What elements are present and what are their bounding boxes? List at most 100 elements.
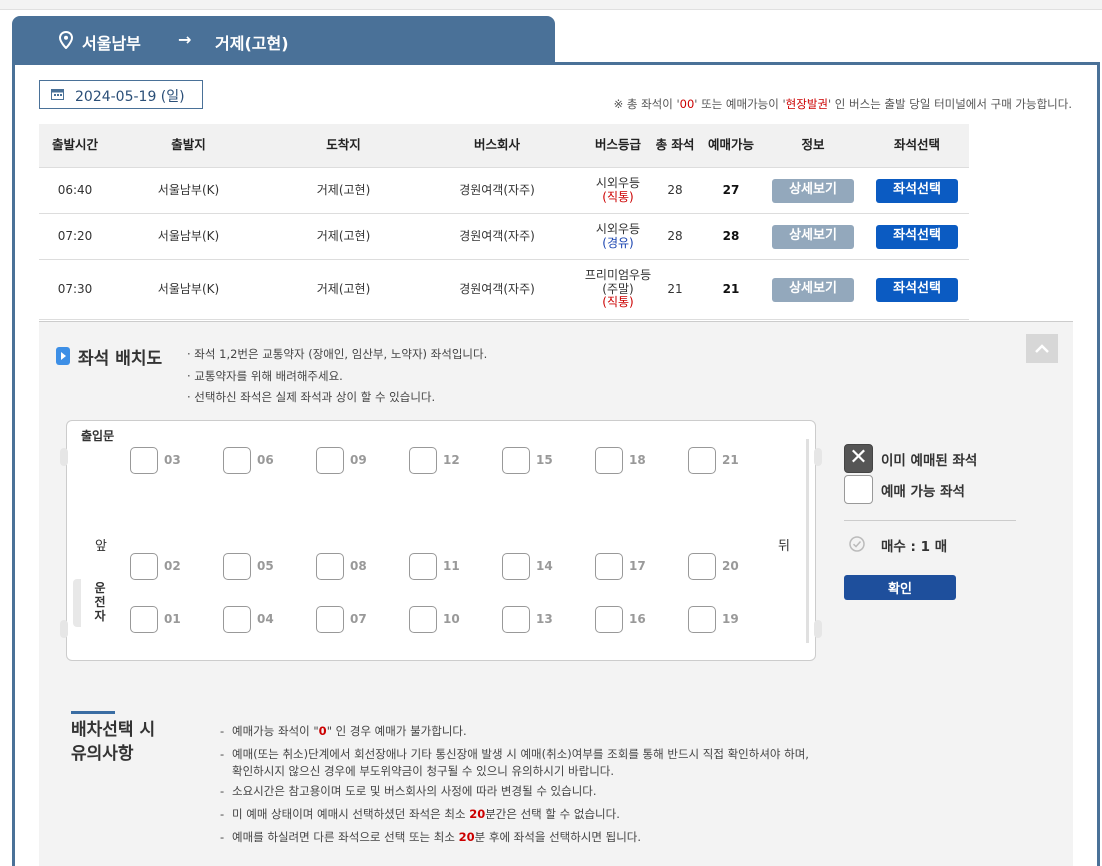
- onsite-ticket-notice: ※ 총 좌석이 '00' 또는 예매가능이 '현장발권' 인 버스는 출발 당일…: [613, 97, 1072, 111]
- seat-checkbox[interactable]: [595, 553, 623, 580]
- seat-checkbox[interactable]: [316, 606, 344, 633]
- seat-checkbox[interactable]: [502, 447, 530, 474]
- seat-checkbox[interactable]: [595, 447, 623, 474]
- seat-checkbox[interactable]: [409, 553, 437, 580]
- row-total-seats: 28: [667, 228, 683, 243]
- seat-map-notes: · 좌석 1,2번은 교통약자 (장애인, 임산부, 노약자) 좌석입니다. ·…: [187, 344, 487, 409]
- row-grade: 시외우등 (직통): [595, 175, 641, 204]
- date-value: 2024-05-19 (일): [75, 89, 185, 105]
- caution-list: 예매가능 좌석이 "0" 인 경우 예매가 불가합니다. 예매(또는 취소)단계…: [220, 720, 1020, 849]
- section-arrow-icon: [56, 347, 70, 365]
- table-header-row: 출발시간 출발지 도착지 버스회사 버스등급 총 좌석 예매가능 정보 좌석선택: [39, 124, 969, 168]
- rear-rail: [806, 439, 809, 643]
- seat-note: · 교통약자를 위해 배려해주세요.: [187, 368, 343, 383]
- select-seat-button[interactable]: 좌석선택: [876, 277, 958, 302]
- front-label: 앞: [95, 539, 107, 554]
- available-seat-label: 예매 가능 좌석: [881, 484, 965, 500]
- seat-note: · 좌석 1,2번은 교통약자 (장애인, 임산부, 노약자) 좌석입니다.: [187, 347, 488, 361]
- seat-checkbox[interactable]: [130, 606, 158, 633]
- detail-button[interactable]: 상세보기: [772, 178, 854, 203]
- seat-map-panel: 좌석 배치도 · 좌석 1,2번은 교통약자 (장애인, 임산부, 노약자) 좌…: [39, 321, 1073, 866]
- caution-accent-bar: [71, 711, 115, 714]
- row-destination: 거제(고현): [316, 182, 371, 197]
- header-destination: 도착지: [326, 137, 361, 153]
- row-origin: 서울남부(K): [157, 228, 220, 243]
- select-seat-button[interactable]: 좌석선택: [876, 178, 958, 203]
- seat-checkbox[interactable]: [223, 447, 251, 474]
- seat-note: · 선택하신 좌석은 실제 좌석과 상이 할 수 있습니다.: [187, 390, 436, 404]
- seat-checkbox[interactable]: [223, 553, 251, 580]
- confirm-button[interactable]: 확인: [844, 575, 956, 600]
- seat-checkbox[interactable]: [595, 606, 623, 633]
- check-circle-icon: [849, 536, 865, 552]
- seat-checkbox[interactable]: [688, 553, 716, 580]
- row-company: 경원여객(자주): [459, 182, 535, 197]
- header-available: 예매가능: [707, 137, 754, 153]
- seat-checkbox[interactable]: [130, 447, 158, 474]
- date-picker[interactable]: 2024-05-19 (일): [39, 80, 203, 109]
- seat-checkbox[interactable]: [316, 447, 344, 474]
- seat-number: 15: [536, 453, 553, 467]
- route-destination: 거제(고현): [215, 34, 289, 53]
- driver-rail: [73, 579, 81, 627]
- bumper: [814, 620, 822, 638]
- select-seat-button[interactable]: 좌석선택: [876, 224, 958, 249]
- row-time: 07:20: [57, 228, 93, 243]
- caution-item: 예매(또는 취소)단계에서 회선장애나 기타 통신장애 발생 시 예매(취소)여…: [220, 743, 1020, 780]
- seat-number: 08: [350, 559, 367, 573]
- seat-checkbox[interactable]: [130, 553, 158, 580]
- seat-checkbox[interactable]: [409, 447, 437, 474]
- table-row: 07:30 서울남부(K) 거제(고현) 경원여객(자주) 프리미엄우등 (주말)…: [39, 260, 969, 320]
- route-arrow-icon: →: [178, 30, 192, 49]
- header-seat-select: 좌석선택: [893, 137, 940, 153]
- seat-number: 02: [164, 559, 181, 573]
- bus-seat-layout: 출입문 앞 뒤 운전자 03 06 09 12 15 18 21 02 05 08 11 14 17 20…: [66, 420, 816, 661]
- caution-item: 예매가능 좌석이 "0" 인 경우 예매가 불가합니다.: [220, 720, 1020, 743]
- legend-divider: [844, 520, 1016, 521]
- table-row: 07:20 서울남부(K) 거제(고현) 경원여객(자주) 시외우등 (경유) 2…: [39, 214, 969, 260]
- row-time: 06:40: [57, 182, 93, 197]
- row-company: 경원여객(자주): [459, 228, 535, 243]
- seat-checkbox[interactable]: [409, 606, 437, 633]
- seat-number: 13: [536, 612, 553, 626]
- table-row: 06:40 서울남부(K) 거제(고현) 경원여객(자주) 시외우등 (직통) 2…: [39, 168, 969, 214]
- row-grade: 프리미엄우등 (주말) (직통): [584, 267, 652, 310]
- seat-number: 19: [722, 612, 739, 626]
- seat-number: 18: [629, 453, 646, 467]
- row-destination: 거제(고현): [316, 281, 371, 296]
- seat-number: 20: [722, 559, 739, 573]
- row-origin: 서울남부(K): [157, 281, 220, 296]
- seat-checkbox[interactable]: [502, 553, 530, 580]
- seat-number: 10: [443, 612, 460, 626]
- row-total-seats: 28: [667, 182, 683, 197]
- detail-button[interactable]: 상세보기: [772, 277, 854, 302]
- row-available: 21: [722, 281, 740, 296]
- schedule-table: 출발시간 출발지 도착지 버스회사 버스등급 총 좌석 예매가능 정보 좌석선택…: [39, 124, 969, 320]
- seat-checkbox[interactable]: [316, 553, 344, 580]
- collapse-button[interactable]: [1026, 334, 1058, 363]
- header-grade: 버스등급: [594, 137, 641, 153]
- back-label: 뒤: [778, 539, 790, 554]
- caution-item: 미 예매 상태이며 예매시 선택하셨던 좌석은 최소 20분간은 선택 할 수 …: [220, 803, 1020, 826]
- seat-checkbox[interactable]: [223, 606, 251, 633]
- header-origin: 출발지: [171, 137, 206, 153]
- seat-number: 11: [443, 559, 460, 573]
- driver-label: 운전자: [94, 581, 106, 623]
- seat-number: 21: [722, 453, 739, 467]
- detail-button[interactable]: 상세보기: [772, 224, 854, 249]
- bumper: [60, 620, 68, 638]
- top-divider: [0, 0, 1102, 10]
- seat-number: 05: [257, 559, 274, 573]
- row-available: 28: [722, 228, 740, 243]
- row-origin: 서울남부(K): [157, 182, 220, 197]
- seat-checkbox[interactable]: [688, 447, 716, 474]
- seat-checkbox[interactable]: [688, 606, 716, 633]
- header-info: 정보: [801, 137, 825, 153]
- seat-number: 16: [629, 612, 646, 626]
- seat-number: 03: [164, 453, 181, 467]
- seat-checkbox[interactable]: [502, 606, 530, 633]
- header-time: 출발시간: [51, 137, 98, 153]
- header-total-seats: 총 좌석: [655, 137, 695, 153]
- row-available: 27: [722, 182, 740, 197]
- row-destination: 거제(고현): [316, 228, 371, 243]
